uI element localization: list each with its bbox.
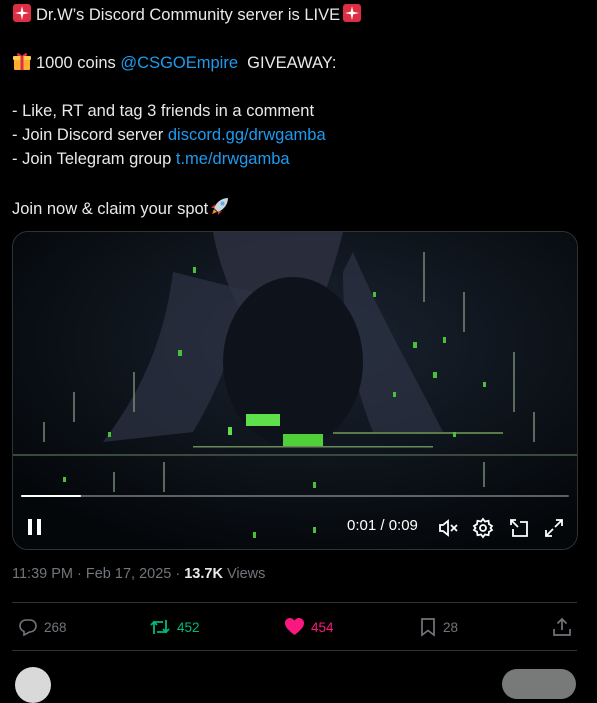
repost-icon [150,620,170,634]
video-time: 0:01 / 0:09 [347,517,418,534]
giveaway-suffix: GIVEAWAY: [238,54,337,72]
tweet-meta: 11:39 PM · Feb 17, 2025 · 13.7K Views [12,566,265,582]
siren-icon [342,3,362,30]
reply-icon [19,619,37,637]
repost-count: 452 [177,619,200,635]
step-3-text: - Join Telegram group [12,150,176,168]
like-button[interactable]: 454 [284,615,334,639]
video-progress-bar[interactable] [21,495,569,497]
fullscreen-icon[interactable] [543,517,565,544]
tweet-timestamp[interactable]: 11:39 PM · Feb 17, 2025 · [12,566,184,582]
tweet-line-1-text: Dr.W’s Discord Community server is LIVE [36,6,341,24]
reply-button[interactable]: 268 [18,615,67,639]
discord-link[interactable]: discord.gg/drwgamba [168,126,326,144]
bookmark-button[interactable]: 28 [419,615,458,639]
giveaway-line: 1000 coins @CSGOEmpire GIVEAWAY: [12,51,336,75]
bookmark-icon [421,618,435,637]
tweet-line-1: Dr.W’s Discord Community server is LIVE [12,3,362,27]
repost-button[interactable]: 452 [149,615,200,639]
rocket-icon [209,195,231,224]
heart-icon [285,618,304,635]
step-1-text: - Like, RT and tag 3 friends in a commen… [12,102,315,120]
step-2-text: - Join Discord server [12,126,168,144]
video-progress-fill [21,495,82,497]
cta-line: Join now & claim your spot [12,195,235,219]
video-player[interactable]: 0:01 / 0:09 [12,231,578,550]
reply-submit-button[interactable] [502,669,576,699]
views-label: Views [222,566,266,582]
popout-icon[interactable] [508,517,530,544]
reply-count: 268 [44,619,67,635]
giveaway-prefix: 1000 coins [36,54,121,72]
settings-icon[interactable] [472,517,494,544]
step-3-line: - Join Telegram group t.me/drwgamba [12,147,290,171]
share-button[interactable] [552,615,578,639]
divider-bottom [12,650,577,651]
siren-icon [12,3,32,30]
volume-muted-icon[interactable] [437,517,459,544]
views-count: 13.7K [184,566,223,582]
telegram-link[interactable]: t.me/drwgamba [176,150,290,168]
step-2-line: - Join Discord server discord.gg/drwgamb… [12,123,326,147]
gift-icon [12,51,32,78]
bookmark-count: 28 [443,619,459,635]
avatar[interactable] [15,667,51,703]
video-frame [13,232,577,549]
cta-text: Join now & claim your spot [12,200,209,218]
share-icon [553,617,571,636]
divider-top [12,602,577,603]
csgoempire-mention-link[interactable]: @CSGOEmpire [120,54,238,72]
pause-icon[interactable] [26,517,44,542]
like-count: 454 [311,619,334,635]
